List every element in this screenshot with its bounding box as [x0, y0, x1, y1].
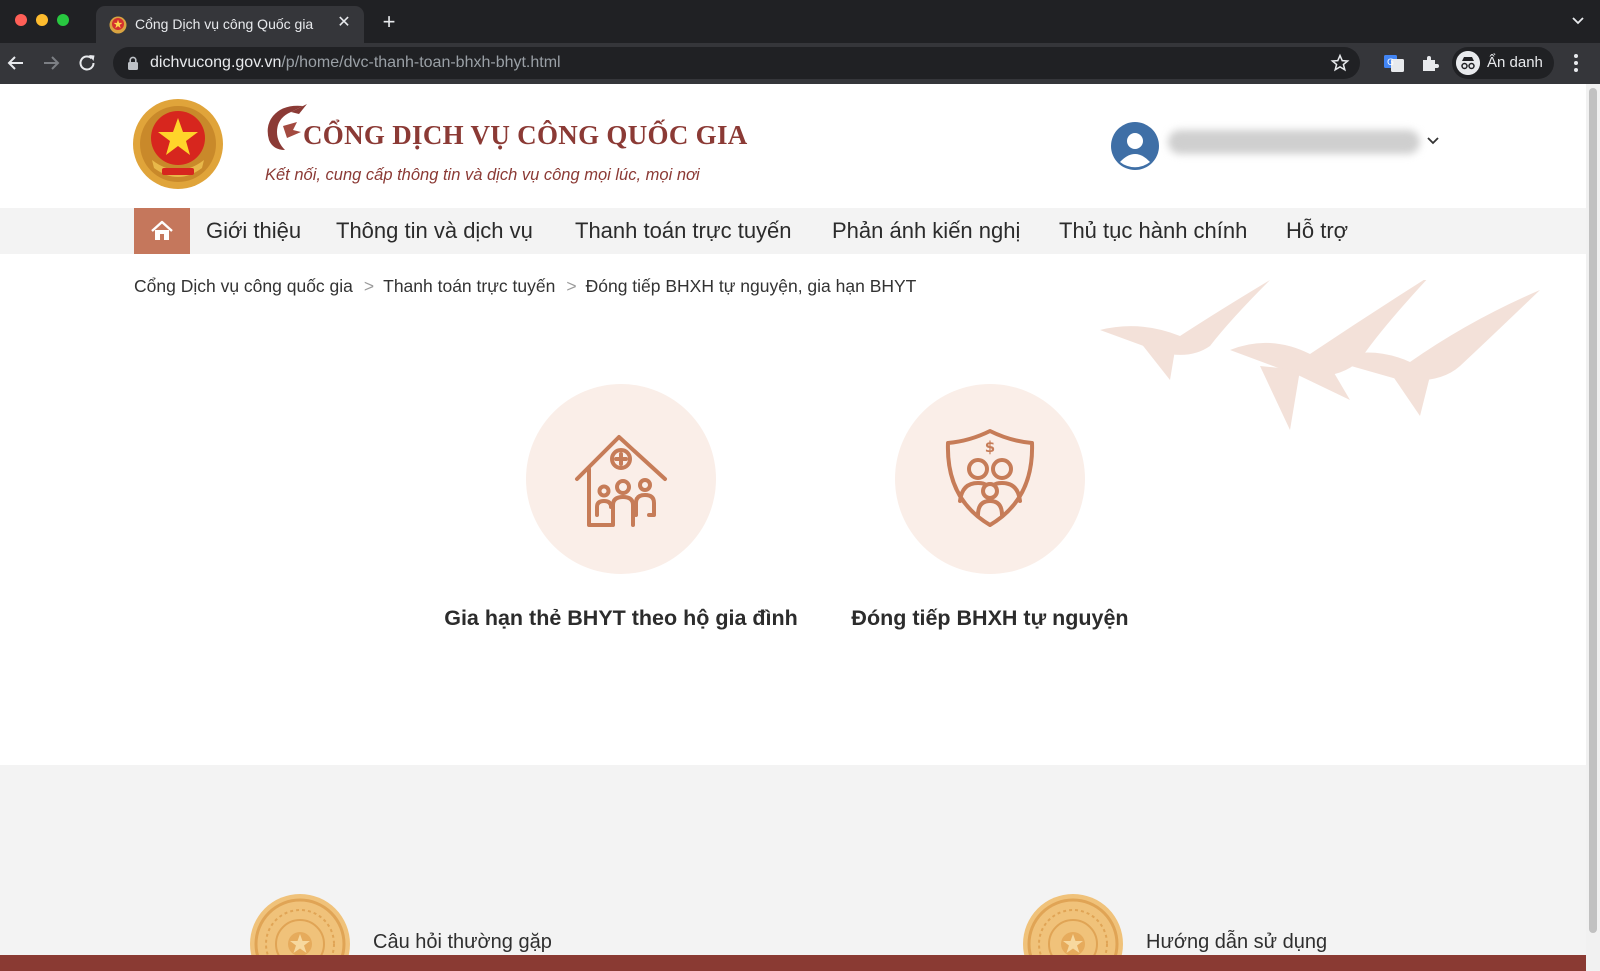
- incognito-profile-button[interactable]: Ẩn danh: [1452, 47, 1554, 79]
- incognito-label: Ẩn danh: [1487, 54, 1543, 71]
- page-content: CỔNG DỊCH VỤ CÔNG QUỐC GIA Kết nối, cung…: [0, 84, 1586, 971]
- breadcrumb-item-home[interactable]: Cổng Dịch vụ công quốc gia: [134, 276, 353, 296]
- back-icon[interactable]: [4, 51, 28, 75]
- close-window-button[interactable]: [15, 14, 27, 26]
- breadcrumb: Cổng Dịch vụ công quốc gia > Thanh toán tr…: [134, 276, 916, 297]
- address-bar[interactable]: dichvucong.gov.vn/p/home/dvc-thanh-toan-…: [113, 47, 1360, 79]
- extensions-icon[interactable]: [1419, 52, 1441, 74]
- nav-item-ho-tro[interactable]: Hỗ trợ: [1286, 218, 1348, 244]
- site-title[interactable]: CỔNG DỊCH VỤ CÔNG QUỐC GIA: [303, 120, 748, 151]
- user-name-blurred[interactable]: [1168, 130, 1420, 154]
- footer-links-section: Câu hỏi thường gặp Hướng dẫn sử dụng: [0, 765, 1586, 971]
- service-icon-circle[interactable]: $: [895, 384, 1085, 574]
- chevron-down-icon[interactable]: [1426, 136, 1440, 146]
- family-health-house-icon: [575, 435, 667, 527]
- page-scrollbar[interactable]: [1586, 84, 1600, 971]
- nav-item-thanh-toan[interactable]: Thanh toán trực tuyến: [575, 218, 792, 244]
- browser-tab[interactable]: Cổng Dịch vụ công Quốc gia ✕: [96, 6, 364, 43]
- footer-bar: [0, 955, 1586, 971]
- svg-text:G: G: [1387, 58, 1394, 68]
- footer-link-faq[interactable]: Câu hỏi thường gặp: [373, 931, 552, 954]
- maximize-window-button[interactable]: [57, 14, 69, 26]
- tab-close-icon[interactable]: ✕: [334, 13, 354, 33]
- nav-item-phan-anh[interactable]: Phản ánh kiến nghị: [832, 218, 1020, 244]
- url-host: dichvucong.gov.vn: [150, 54, 282, 71]
- home-icon: [151, 220, 173, 240]
- service-icon-circle[interactable]: [526, 384, 716, 574]
- lock-icon[interactable]: [127, 56, 139, 70]
- new-tab-icon[interactable]: +: [376, 9, 402, 35]
- site-slogan: Kết nối, cung cấp thông tin và dịch vụ c…: [265, 166, 700, 184]
- nav-home-button[interactable]: [134, 208, 190, 254]
- service-label[interactable]: Đóng tiếp BHXH tự nguyện: [806, 606, 1174, 631]
- tab-title: Cổng Dịch vụ công Quốc gia: [135, 16, 314, 32]
- breadcrumb-item-payment[interactable]: Thanh toán trực tuyến: [383, 276, 555, 296]
- user-avatar-icon[interactable]: [1111, 122, 1159, 170]
- nav-item-thong-tin-dich-vu[interactable]: Thông tin và dịch vụ: [336, 218, 533, 244]
- decorative-cranes-icon: [1100, 280, 1540, 430]
- url-text: dichvucong.gov.vn/p/home/dvc-thanh-toan-…: [150, 54, 561, 72]
- scrollbar-thumb[interactable]: [1589, 88, 1597, 933]
- url-path: /p/home/dvc-thanh-toan-bhxh-bhyt.html: [281, 54, 561, 71]
- browser-tab-bar: Cổng Dịch vụ công Quốc gia ✕ +: [0, 0, 1600, 43]
- svg-text:$: $: [985, 438, 995, 456]
- forward-icon[interactable]: [39, 51, 63, 75]
- browser-toolbar: dichvucong.gov.vn/p/home/dvc-thanh-toan-…: [0, 43, 1600, 84]
- breadcrumb-item-current: Đóng tiếp BHXH tự nguyện, gia hạn BHYT: [585, 276, 917, 296]
- breadcrumb-separator: >: [566, 276, 577, 296]
- reload-icon[interactable]: [75, 51, 99, 75]
- menu-icon[interactable]: [1566, 52, 1586, 74]
- footer-link-user-guide[interactable]: Hướng dẫn sử dụng: [1146, 931, 1327, 954]
- bookmark-star-icon[interactable]: [1330, 53, 1350, 73]
- breadcrumb-separator: >: [363, 276, 375, 296]
- incognito-icon: [1456, 51, 1480, 75]
- service-label[interactable]: Gia hạn thẻ BHYT theo hộ gia đình: [442, 606, 800, 631]
- nav-item-thu-tuc[interactable]: Thủ tục hành chính: [1059, 218, 1247, 244]
- national-emblem-favicon-icon: [109, 16, 127, 34]
- nav-item-gioi-thieu[interactable]: Giới thiệu: [206, 218, 301, 244]
- family-insurance-shield-icon: $: [945, 429, 1035, 527]
- translate-icon[interactable]: G: [1383, 52, 1405, 74]
- tab-search-chevron-icon[interactable]: [1570, 12, 1586, 28]
- main-navigation: Giới thiệu Thông tin và dịch vụ Thanh to…: [0, 208, 1586, 254]
- minimize-window-button[interactable]: [36, 14, 48, 26]
- national-emblem-logo[interactable]: [132, 98, 224, 190]
